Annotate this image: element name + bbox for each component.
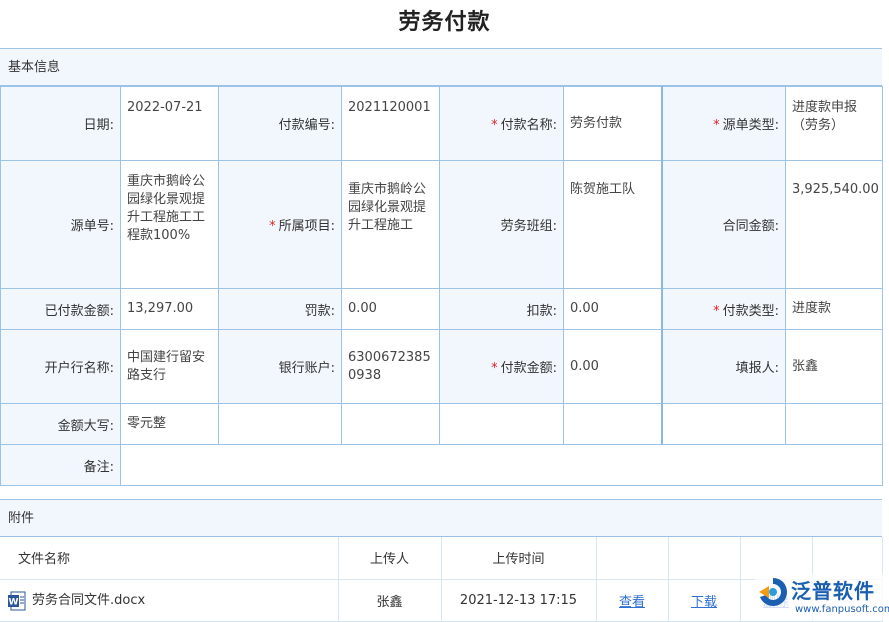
pay-amount-field[interactable]: 0.00 [563,329,663,404]
col-empty [812,537,883,580]
penalty-label: 罚款: [218,288,342,330]
col-empty [668,537,741,580]
logo-url: www.fanpusoft.com [795,604,889,615]
empty-cell [785,403,883,445]
section-basic-info: 基本信息 [0,48,882,86]
form-row-3: 已付款金额: 13,297.00 罚款: 0.00 扣款: 0.00 * 付款类型… [0,288,883,330]
source-type-field[interactable]: 进度款申报（劳务） [785,86,883,161]
penalty-field[interactable]: 0.00 [341,288,440,330]
filler-field[interactable]: 张鑫 [785,329,883,404]
empty-cell [563,403,663,445]
empty-cell [661,403,786,445]
attachment-header-row: 文件名称 上传人 上传时间 [0,537,883,580]
view-link[interactable]: 查看 [619,595,645,610]
uploader-cell: 张鑫 [338,579,442,622]
form-row-1: 日期: 2022-07-21 付款编号: 2021120001 * 付款名称: 劳… [0,86,883,161]
empty-cell [218,403,342,445]
section-attachments: 附件 [0,499,882,537]
col-file-name: 文件名称 [0,537,339,580]
bank-account-field[interactable]: 63006723850938 [341,329,440,404]
required-mark: * [491,118,498,133]
contract-amount-label: 合同金额: [661,160,786,289]
contract-amount-field[interactable]: 3,925,540.00 [785,160,883,289]
deduction-field[interactable]: 0.00 [563,288,663,330]
file-name-text: 劳务合同文件.docx [32,593,146,609]
source-no-label: 源单号: [0,160,121,289]
pay-amount-label: * 付款金额: [439,329,564,404]
col-upload-time: 上传时间 [441,537,597,580]
bank-name-label: 开户行名称: [0,329,121,404]
file-name-cell[interactable]: W 劳务合同文件.docx [0,579,339,622]
required-mark: * [713,303,720,319]
remark-label: 备注: [0,444,121,486]
upload-time-cell: 2021-12-13 17:15 [441,579,597,622]
col-uploader: 上传人 [338,537,442,580]
pay-name-label: * 付款名称: [439,86,564,161]
required-mark: * [269,219,276,234]
logo-text: 泛普软件 [791,579,875,603]
empty-cell [341,403,440,445]
paid-amount-field[interactable]: 13,297.00 [120,288,219,330]
team-label: 劳务班组: [439,160,564,289]
form-row-2: 源单号: 重庆市鹅岭公园绿化景观提升工程施工工程款100% * 所属项目: 重庆市… [0,160,883,289]
required-mark: * [713,118,720,133]
col-empty [596,537,669,580]
view-cell: 查看 [596,579,669,622]
amount-words-label: 金额大写: [0,403,121,445]
fanpu-logo: 泛普软件 www.fanpusoft.com [755,574,889,620]
paid-amount-label: 已付款金额: [0,288,121,330]
project-field[interactable]: 重庆市鹅岭公园绿化景观提升工程施工 [341,160,440,289]
download-link[interactable]: 下载 [691,595,717,610]
filler-label: 填报人: [661,329,786,404]
basic-info-form: 日期: 2022-07-21 付款编号: 2021120001 * 付款名称: 劳… [0,86,883,486]
source-no-field[interactable]: 重庆市鹅岭公园绿化景观提升工程施工工程款100% [120,160,219,289]
date-label: 日期: [0,86,121,161]
svg-text:W: W [9,597,19,607]
remark-field[interactable] [120,444,883,486]
bank-account-label: 银行账户: [218,329,342,404]
pay-no-field[interactable]: 2021120001 [341,86,440,161]
pay-type-field[interactable]: 进度款 [785,288,883,330]
source-type-label: * 源单类型: [661,86,786,161]
form-row-4: 开户行名称: 中国建行留安路支行 银行账户: 63006723850938 * 付… [0,329,883,404]
pay-no-label: 付款编号: [218,86,342,161]
date-field[interactable]: 2022-07-21 [120,86,219,161]
page-title: 劳务付款 [398,10,491,35]
pay-type-label: * 付款类型: [661,288,786,330]
project-label: * 所属项目: [218,160,342,289]
fanpu-logo-icon [759,578,787,606]
amount-words-field[interactable]: 零元整 [120,403,219,445]
word-doc-icon: W [8,591,26,611]
deduction-label: 扣款: [439,288,564,330]
bank-name-field[interactable]: 中国建行留安路支行 [120,329,219,404]
pay-name-field[interactable]: 劳务付款 [563,86,663,161]
form-row-6: 备注: [0,444,883,486]
required-mark: * [491,361,498,376]
download-cell: 下载 [668,579,741,622]
team-field[interactable]: 陈贺施工队 [563,160,663,289]
empty-cell [439,403,564,445]
table-row: W 劳务合同文件.docx 张鑫 2021-12-13 17:15 查看 下载 … [0,579,883,622]
form-row-5: 金额大写: 零元整 [0,403,883,445]
col-empty [740,537,813,580]
attachment-table: 文件名称 上传人 上传时间 W 劳务合同文件.docx 张鑫 2021-12-1… [0,537,883,622]
